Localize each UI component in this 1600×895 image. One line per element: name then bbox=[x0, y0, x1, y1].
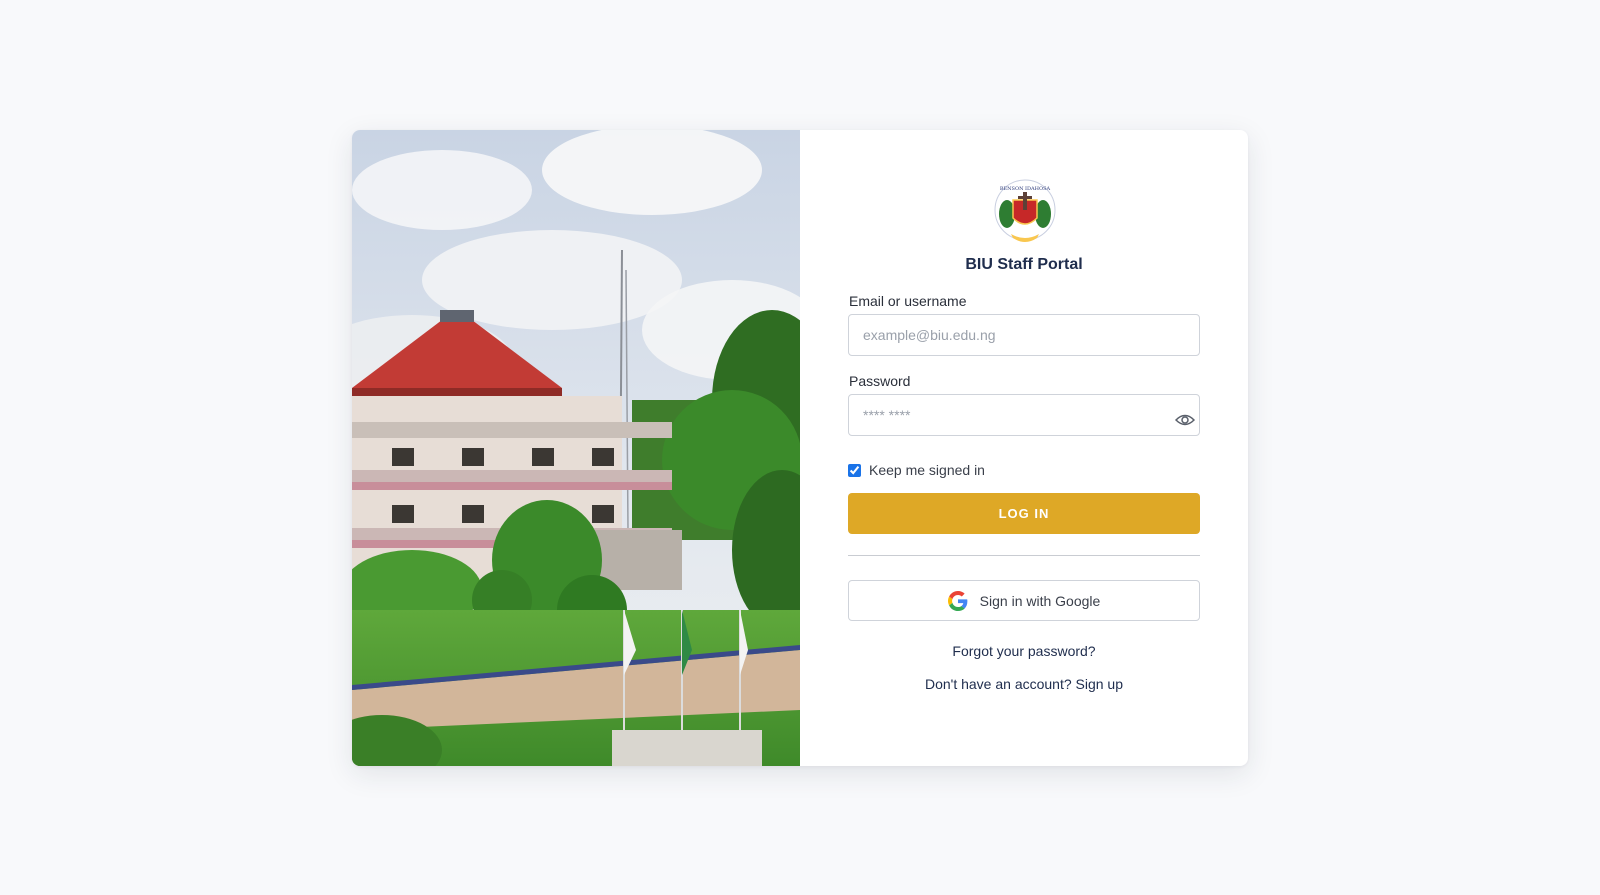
campus-building-illustration bbox=[352, 130, 800, 766]
google-signin-button[interactable]: Sign in with Google bbox=[848, 580, 1200, 621]
password-label: Password bbox=[849, 373, 911, 389]
page-title: BIU Staff Portal bbox=[965, 256, 1083, 273]
forgot-password-link[interactable]: Forgot your password? bbox=[800, 643, 1248, 659]
email-label: Email or username bbox=[849, 293, 967, 309]
password-field[interactable] bbox=[848, 394, 1200, 436]
signup-link[interactable]: Don't have an account? Sign up bbox=[800, 676, 1248, 692]
svg-text:BENSON IDAHOSA: BENSON IDAHOSA bbox=[1000, 186, 1051, 192]
campus-photo bbox=[352, 130, 800, 766]
login-panel: BENSON IDAHOSA BIU Staff Portal Email or… bbox=[800, 130, 1248, 766]
google-g-icon bbox=[947, 590, 968, 611]
keep-signed-in[interactable]: Keep me signed in bbox=[848, 462, 985, 478]
email-field[interactable] bbox=[848, 314, 1200, 356]
keep-signed-in-checkbox[interactable] bbox=[848, 463, 861, 477]
google-signin-label: Sign in with Google bbox=[979, 592, 1101, 609]
divider bbox=[848, 555, 1200, 556]
keep-signed-in-label: Keep me signed in bbox=[869, 462, 985, 478]
university-crest-logo: BENSON IDAHOSA bbox=[994, 179, 1056, 242]
eye-icon[interactable] bbox=[1175, 413, 1195, 427]
login-button[interactable]: LOG IN bbox=[848, 493, 1200, 534]
login-card: BENSON IDAHOSA BIU Staff Portal Email or… bbox=[352, 130, 1248, 766]
